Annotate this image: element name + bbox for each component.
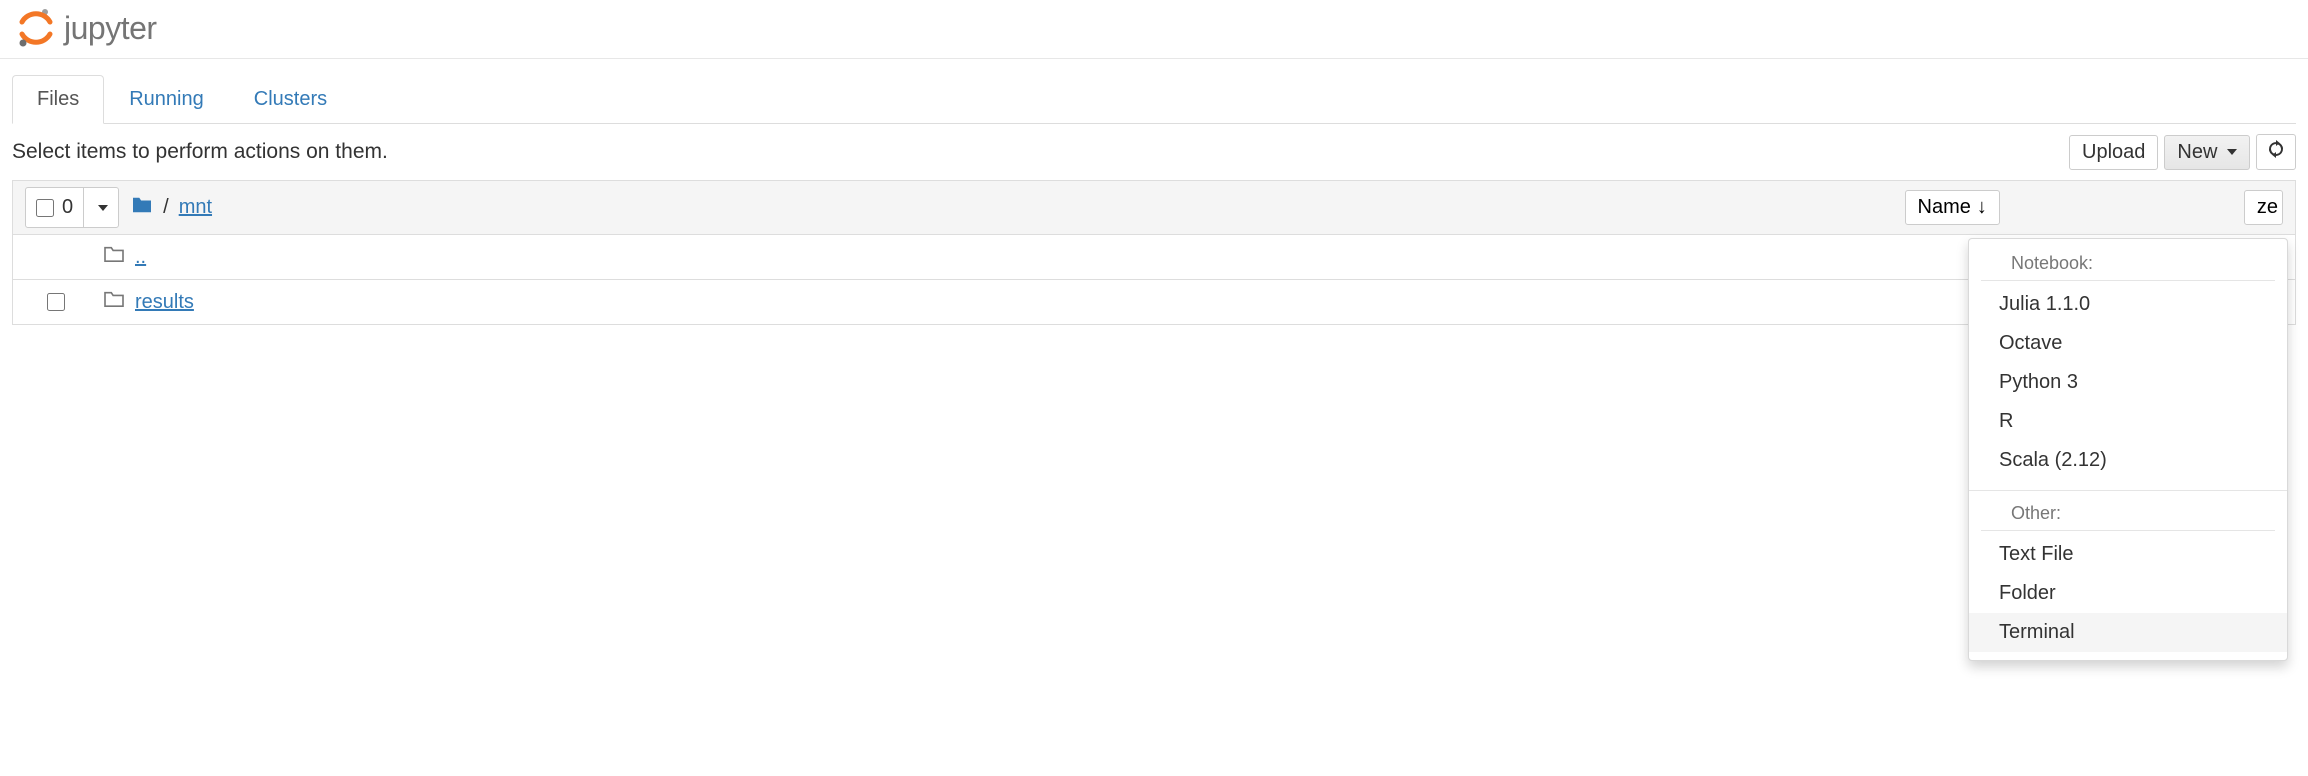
header: jupyter — [0, 0, 2308, 59]
dropdown-divider — [1969, 490, 2287, 491]
logo-text: jupyter — [64, 10, 157, 47]
dropdown-section-other: Other: — [1981, 497, 2275, 531]
sort-size-label-partial: ze — [2257, 196, 2278, 219]
arrow-down-icon: ↓ — [1977, 196, 1987, 219]
dropdown-item-python3[interactable]: Python 3 — [1969, 363, 2287, 402]
dropdown-item-scala[interactable]: Scala (2.12) — [1969, 441, 2287, 480]
hint-text: Select items to perform actions on them. — [12, 140, 388, 164]
main-content: Files Running Clusters Select items to p… — [0, 75, 2308, 325]
dropdown-item-r[interactable]: R — [1969, 402, 2287, 441]
breadcrumb-separator: / — [163, 196, 169, 219]
select-count: 0 — [62, 196, 73, 219]
parent-dir-label: .. — [135, 246, 146, 269]
new-dropdown-menu: Notebook: Julia 1.1.0 Octave Python 3 R … — [1968, 238, 2288, 661]
refresh-button[interactable] — [2256, 134, 2296, 170]
folder-outline-icon — [103, 290, 125, 314]
file-row-up[interactable]: .. — [12, 235, 2296, 280]
folder-results-link[interactable]: results — [103, 290, 194, 314]
action-row: Select items to perform actions on them.… — [12, 124, 2296, 180]
folder-results-label: results — [135, 291, 194, 314]
tabs: Files Running Clusters — [12, 75, 2296, 124]
jupyter-icon — [16, 8, 56, 48]
parent-dir-link[interactable]: .. — [103, 245, 146, 269]
tab-running[interactable]: Running — [104, 75, 229, 123]
refresh-icon — [2267, 140, 2285, 158]
row-checkbox[interactable] — [47, 293, 65, 311]
breadcrumb: / mnt — [131, 196, 212, 220]
new-button[interactable]: New — [2164, 135, 2250, 170]
file-row-results: results — [12, 280, 2296, 325]
dropdown-item-julia[interactable]: Julia 1.1.0 — [1969, 285, 2287, 324]
folder-outline-icon — [103, 245, 125, 269]
caret-down-icon — [98, 205, 108, 211]
sort-name-button[interactable]: Name ↓ — [1905, 190, 2000, 225]
tab-clusters[interactable]: Clusters — [229, 75, 352, 123]
tab-files[interactable]: Files — [12, 75, 104, 124]
sort-size-button-partial[interactable]: ze — [2244, 190, 2283, 225]
dropdown-item-octave[interactable]: Octave — [1969, 324, 2287, 363]
new-button-label: New — [2177, 141, 2217, 163]
upload-button[interactable]: Upload — [2069, 135, 2158, 170]
select-all-dropdown[interactable]: 0 — [25, 187, 119, 228]
folder-icon[interactable] — [131, 196, 153, 220]
toolbar-buttons: Upload New — [2069, 134, 2296, 170]
dropdown-item-textfile[interactable]: Text File — [1969, 535, 2287, 574]
sort-name-label: Name — [1918, 196, 1971, 219]
select-all-checkbox[interactable] — [36, 199, 54, 217]
file-list-header: 0 / mnt Name ↓ ze — [12, 180, 2296, 235]
dropdown-item-terminal[interactable]: Terminal — [1969, 613, 2287, 652]
dropdown-item-folder[interactable]: Folder — [1969, 574, 2287, 613]
caret-down-icon — [2227, 149, 2237, 155]
dropdown-section-notebook: Notebook: — [1981, 247, 2275, 281]
jupyter-logo[interactable]: jupyter — [16, 8, 2292, 48]
breadcrumb-mnt[interactable]: mnt — [179, 196, 212, 219]
